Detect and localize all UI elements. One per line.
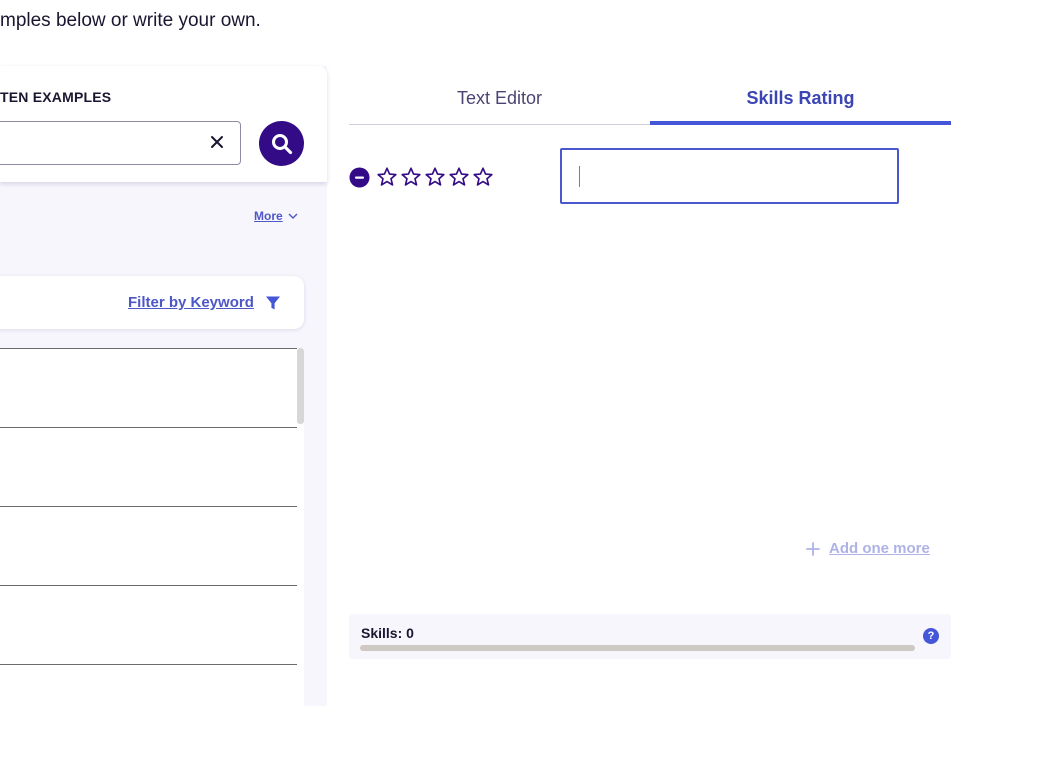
star-rating[interactable] (376, 166, 494, 188)
star-icon[interactable] (424, 166, 446, 188)
star-icon[interactable] (448, 166, 470, 188)
add-one-more-button[interactable]: Add one more (806, 540, 930, 557)
add-one-more-label: Add one more (829, 540, 930, 557)
examples-search-card: TEN EXAMPLES (0, 66, 327, 182)
intro-text: mples below or write your own. (0, 10, 261, 31)
more-label: More (254, 209, 283, 223)
filter-bar: Filter by Keyword (0, 276, 304, 329)
star-icon[interactable] (472, 166, 494, 188)
examples-results-list (0, 348, 298, 743)
editor-tabs: Text Editor Skills Rating (349, 76, 951, 125)
examples-title: TEN EXAMPLES (0, 89, 112, 105)
skills-summary: Skills: 0 ? (349, 614, 951, 659)
help-icon[interactable]: ? (923, 628, 939, 644)
list-item[interactable] (0, 427, 297, 506)
remove-skill-icon[interactable] (349, 167, 370, 188)
examples-panel: TEN EXAMPLES More Filter by Keyword (0, 66, 327, 768)
text-cursor (579, 166, 580, 187)
search-button[interactable] (259, 121, 304, 166)
skill-name-input[interactable] (560, 148, 899, 204)
skills-progress-bar (360, 645, 915, 651)
list-item[interactable] (0, 506, 297, 585)
list-item[interactable] (0, 348, 297, 427)
list-item[interactable] (0, 585, 297, 664)
search-icon (271, 133, 292, 154)
skills-count: Skills: 0 (361, 625, 414, 641)
star-icon[interactable] (400, 166, 422, 188)
filter-by-keyword-link[interactable]: Filter by Keyword (128, 294, 254, 311)
scrollbar-thumb[interactable] (297, 348, 304, 424)
chevron-down-icon (288, 213, 298, 219)
list-item[interactable] (0, 664, 297, 743)
star-icon[interactable] (376, 166, 398, 188)
skill-rating-row (349, 166, 494, 188)
examples-search-input[interactable] (0, 121, 241, 165)
more-dropdown[interactable]: More (254, 209, 298, 223)
close-icon[interactable] (208, 133, 226, 151)
plus-icon (806, 541, 820, 556)
tab-text-editor[interactable]: Text Editor (349, 76, 650, 124)
filter-icon[interactable] (265, 295, 281, 311)
tab-skills-rating[interactable]: Skills Rating (650, 76, 951, 125)
